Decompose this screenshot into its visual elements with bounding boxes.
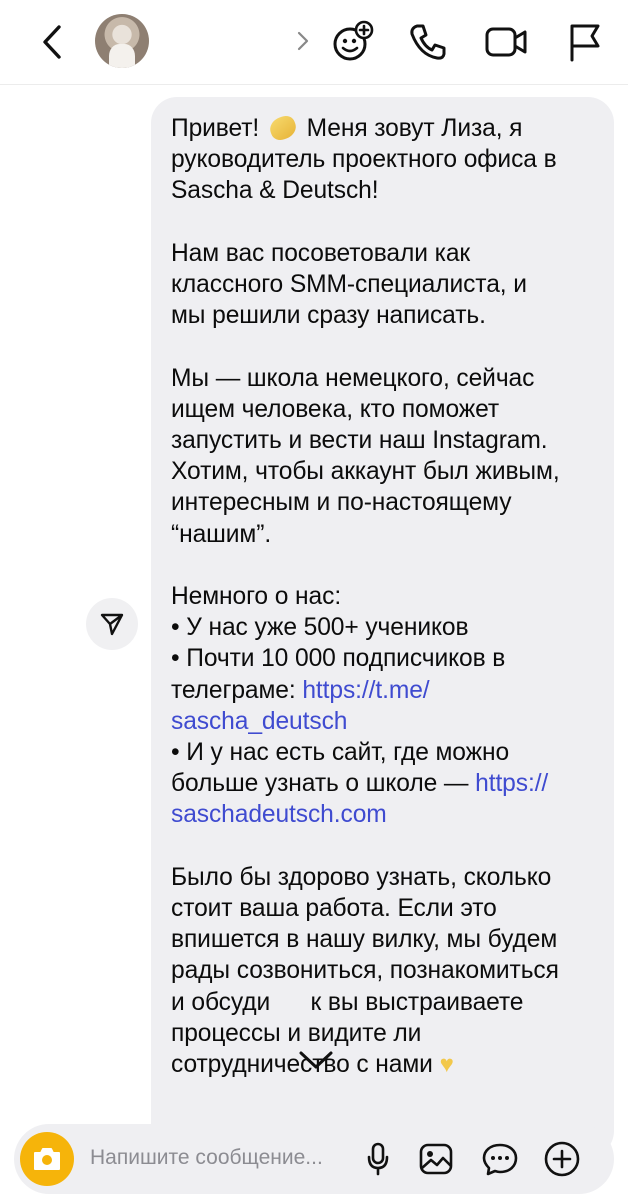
telegram-link[interactable]: https://t.me/ xyxy=(302,677,429,704)
sparkle-star-emoji xyxy=(266,113,299,143)
microphone-icon[interactable] xyxy=(358,1139,398,1179)
video-camera-icon[interactable] xyxy=(482,18,530,66)
back-icon[interactable] xyxy=(32,22,72,62)
telegram-link[interactable]: sascha_deutsch xyxy=(171,708,347,735)
message-input[interactable]: Напишите сообщение... xyxy=(90,1146,323,1170)
message-paragraph: Нам вас посоветовали как классного SMM-с… xyxy=(171,239,527,330)
camera-button[interactable] xyxy=(20,1132,74,1186)
avatar[interactable] xyxy=(95,14,149,68)
message-paragraph: Было бы здорово узнать, сколько стоит ва… xyxy=(171,863,559,1079)
add-icon[interactable] xyxy=(542,1139,582,1179)
message-paragraph: Привет! Меня зовут Лиза, я руководитель … xyxy=(171,113,557,205)
effects-icon[interactable] xyxy=(328,18,376,66)
chevron-right-icon[interactable] xyxy=(296,30,310,57)
website-link[interactable]: saschadeutsch.com xyxy=(171,801,387,828)
message-paragraph: Немного о нас: • У нас уже 500+ учеников… xyxy=(171,583,549,829)
sticker-icon[interactable] xyxy=(480,1139,520,1179)
gallery-icon[interactable] xyxy=(416,1139,456,1179)
scroll-down-chevron-icon[interactable] xyxy=(296,1040,336,1080)
website-link[interactable]: https:// xyxy=(475,770,548,797)
phone-icon[interactable] xyxy=(404,18,452,66)
message-text: Привет! Меня зовут Лиза, я руководитель … xyxy=(151,97,614,1080)
message-composer: Напишите сообщение... xyxy=(14,1124,614,1194)
flag-icon[interactable] xyxy=(560,18,608,66)
camera-icon xyxy=(34,1148,60,1170)
yellow-heart-emoji: ♥ xyxy=(439,1051,454,1079)
chat-header xyxy=(0,0,628,85)
message-bubble[interactable]: Привет! Меня зовут Лиза, я руководитель … xyxy=(151,97,614,1157)
message-paragraph: Мы — школа немецкого, сейчас ищем челове… xyxy=(171,364,560,548)
share-message-button[interactable] xyxy=(86,598,138,650)
